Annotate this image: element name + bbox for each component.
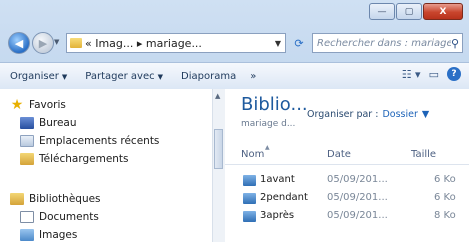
library-title: Biblio... xyxy=(241,94,308,115)
file-list-pane: Biblio... mariage d... Organiser par : Do… xyxy=(225,89,469,242)
column-header: Nom ▲ Date Taille xyxy=(225,144,469,165)
file-name: 2pendant xyxy=(260,192,308,203)
folder-icon xyxy=(70,38,82,48)
chevron-down-icon: ▼ xyxy=(61,72,68,81)
arrange-by-label: Organiser par : xyxy=(307,109,379,120)
command-toolbar: Organiser ▼ Partager avec ▼ Diaporama » ☷ … xyxy=(0,62,469,89)
libraries-icon xyxy=(10,193,24,205)
arrange-by-control[interactable]: Organiser par : Dossier ▼ xyxy=(307,109,429,120)
refresh-icon: ⟳ xyxy=(294,36,304,50)
arrow-left-icon: ◀ xyxy=(14,36,24,50)
file-row[interactable]: 2pendant 05/09/201... 6 Ko xyxy=(225,191,469,206)
recent-pages-dropdown[interactable]: ▼ xyxy=(54,38,59,46)
sidebar-item-downloads[interactable]: Téléchargements xyxy=(20,153,129,165)
arrange-by-value: Dossier xyxy=(382,109,418,120)
library-subtitle: mariage d... xyxy=(241,119,296,129)
view-options-icon[interactable]: ☷ ▾ xyxy=(402,68,421,81)
chevron-down-icon[interactable]: ▼ xyxy=(275,39,281,48)
sidebar-item-documents[interactable]: Documents xyxy=(20,211,99,223)
file-date: 05/09/201... xyxy=(327,174,388,185)
file-date: 05/09/201... xyxy=(327,210,388,221)
sidebar-item-label: Favoris xyxy=(29,99,66,111)
sidebar-item-label: Images xyxy=(39,229,78,241)
file-size: 6 Ko xyxy=(434,174,456,185)
downloads-icon xyxy=(20,153,34,165)
sidebar-item-label: Téléchargements xyxy=(39,153,129,165)
file-date: 05/09/201... xyxy=(327,192,388,203)
minimize-button[interactable]: — xyxy=(369,3,395,20)
file-size: 8 Ko xyxy=(434,210,456,221)
navigation-pane-scrollbar[interactable]: ▲ xyxy=(212,89,225,242)
desktop-icon xyxy=(20,117,34,129)
image-file-icon xyxy=(243,193,256,204)
address-path: « Imag... ▸ mariage... xyxy=(85,36,202,50)
slideshow-button[interactable]: Diaporama xyxy=(181,71,236,82)
share-menu[interactable]: Partager avec ▼ xyxy=(85,71,163,82)
maximize-button[interactable]: ▢ xyxy=(396,3,422,20)
column-date[interactable]: Date xyxy=(327,149,351,160)
toolbar-right-group: ☷ ▾ ▭ ? xyxy=(402,67,461,81)
sidebar-item-images[interactable]: Images xyxy=(20,229,77,241)
close-button[interactable]: X xyxy=(423,3,463,20)
file-row[interactable]: 3après 05/09/201... 8 Ko xyxy=(225,209,469,224)
preview-pane-icon[interactable]: ▭ xyxy=(429,68,439,81)
sidebar-item-label: Bureau xyxy=(39,117,77,129)
file-name: 1avant xyxy=(260,174,295,185)
organize-label: Organiser xyxy=(10,70,59,82)
sidebar-item-desktop[interactable]: Bureau xyxy=(20,117,77,129)
explorer-window: — ▢ X ◀ ▶ ▼ « Imag... ▸ mariage... ▼ ⟳ R… xyxy=(0,0,469,242)
navigation-bar: ◀ ▶ ▼ « Imag... ▸ mariage... ▼ ⟳ Recherc… xyxy=(0,30,469,58)
image-file-icon xyxy=(243,175,256,186)
navigation-pane: ★ Favoris Bureau Emplacements récents Té… xyxy=(0,89,213,242)
sidebar-item-label: Emplacements récents xyxy=(39,135,160,147)
recent-places-icon xyxy=(20,135,34,147)
column-size[interactable]: Taille xyxy=(411,149,436,160)
chevron-down-icon: ▼ xyxy=(421,109,430,120)
scroll-up-icon[interactable]: ▲ xyxy=(215,92,220,100)
help-icon[interactable]: ? xyxy=(447,67,461,81)
sidebar-item-recent-places[interactable]: Emplacements récents xyxy=(20,135,159,147)
more-commands-button[interactable]: » xyxy=(250,71,256,82)
search-icon: ⚲ xyxy=(450,36,459,50)
sidebar-item-favorites[interactable]: ★ Favoris xyxy=(10,97,66,113)
documents-icon xyxy=(20,211,34,223)
sidebar-item-libraries[interactable]: Bibliothèques xyxy=(10,193,101,205)
sidebar-item-label: Bibliothèques xyxy=(29,193,101,205)
scrollbar-thumb[interactable] xyxy=(214,129,223,169)
back-button[interactable]: ◀ xyxy=(8,32,30,54)
column-name[interactable]: Nom xyxy=(241,149,264,160)
sidebar-item-label: Documents xyxy=(39,211,99,223)
window-caption-buttons: — ▢ X xyxy=(368,3,463,20)
image-file-icon xyxy=(243,211,256,222)
chevron-down-icon: ▼ xyxy=(157,72,164,81)
file-name: 3après xyxy=(260,210,295,221)
search-input[interactable]: Rechercher dans : mariage du... ⚲ xyxy=(312,33,463,53)
forward-button[interactable]: ▶ xyxy=(32,32,54,54)
file-row[interactable]: 1avant 05/09/201... 6 Ko xyxy=(225,173,469,188)
refresh-button[interactable]: ⟳ xyxy=(290,33,308,53)
images-icon xyxy=(20,229,34,241)
organize-menu[interactable]: Organiser ▼ xyxy=(10,71,67,82)
search-placeholder: Rechercher dans : mariage du... xyxy=(317,37,451,49)
address-bar[interactable]: « Imag... ▸ mariage... ▼ xyxy=(66,33,286,53)
arrow-right-icon: ▶ xyxy=(38,36,48,50)
share-label: Partager avec xyxy=(85,70,155,82)
file-size: 6 Ko xyxy=(434,192,456,203)
star-icon: ★ xyxy=(10,97,24,113)
sort-indicator-icon: ▲ xyxy=(265,144,270,151)
